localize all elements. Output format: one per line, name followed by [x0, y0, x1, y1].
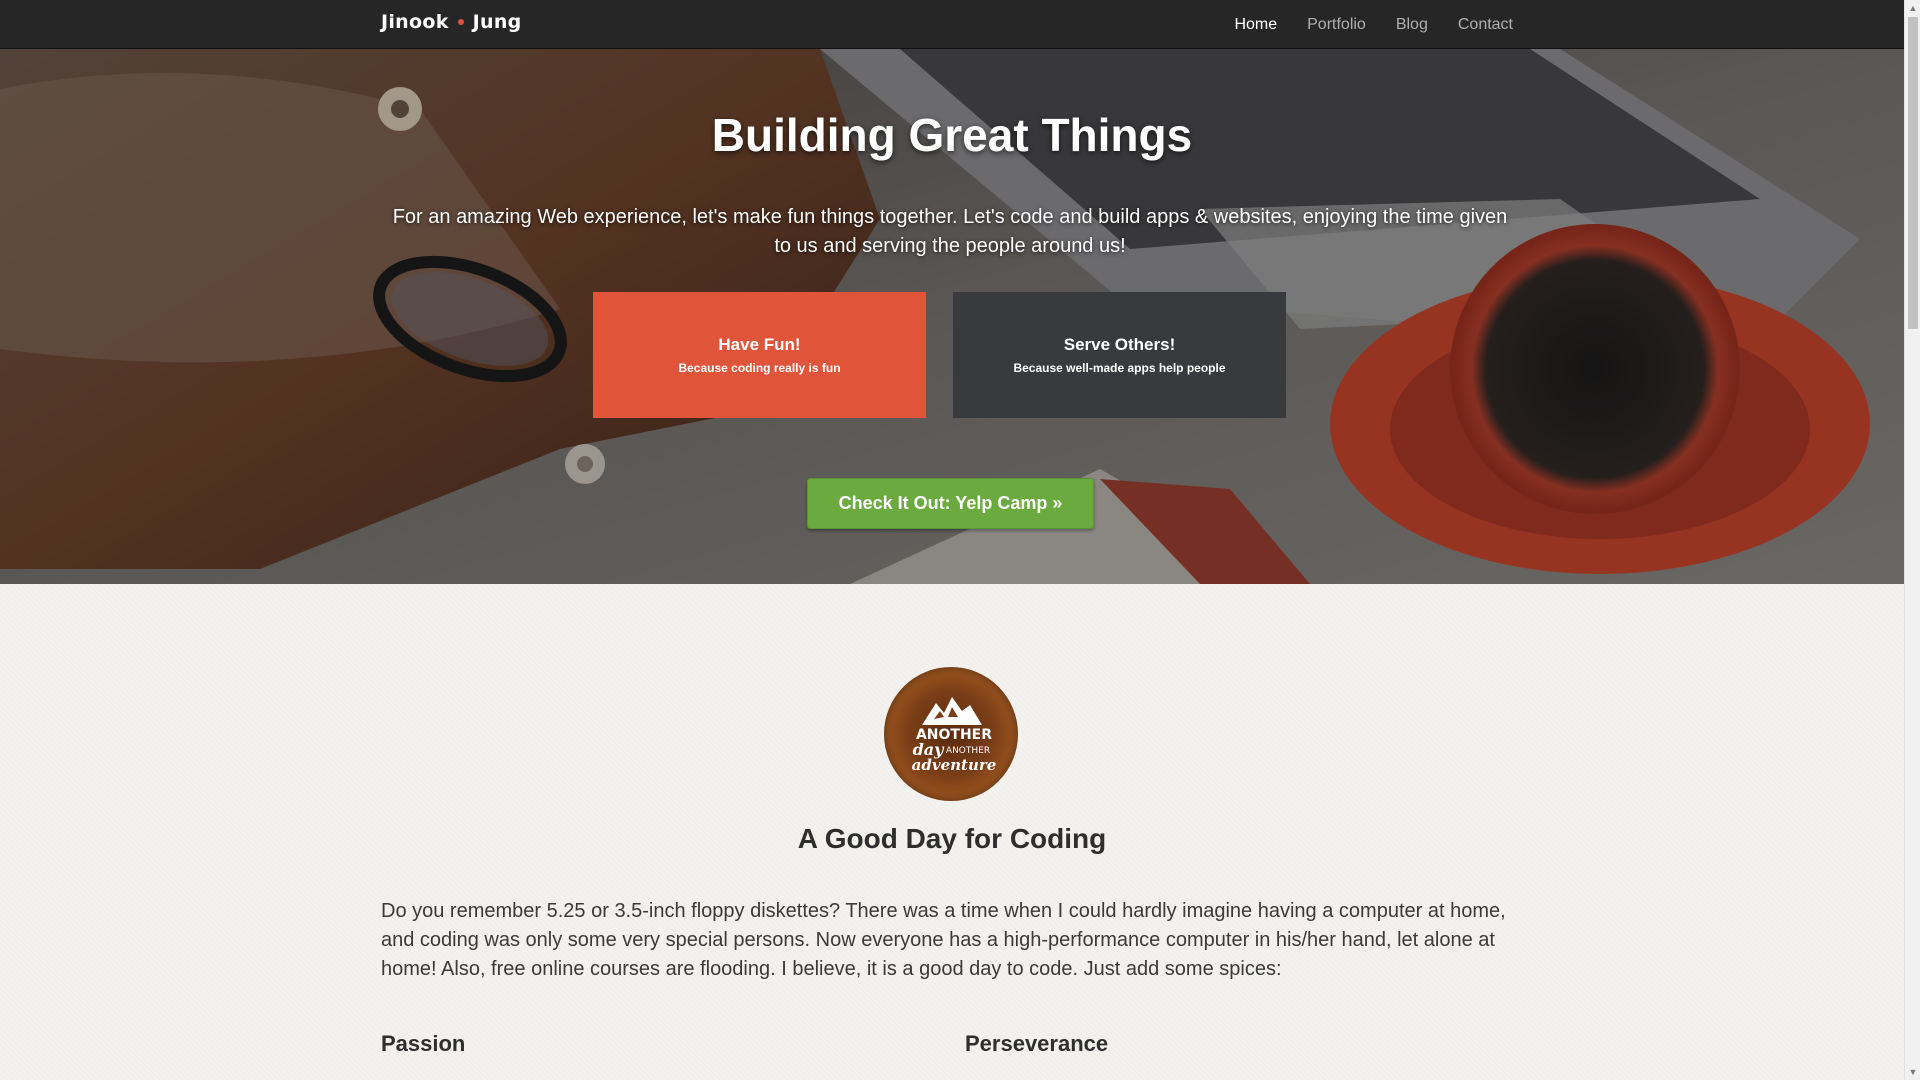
scroll-up-arrow-icon[interactable]: ▲	[1905, 0, 1920, 16]
perseverance-heading: Perseverance	[965, 1031, 1109, 1056]
browser-viewport: Jinook Jung Home Portfolio Blog Contact	[0, 0, 1904, 1080]
hero-section: Building Great Things For an amazing Web…	[0, 49, 1904, 584]
hero-subtitle: For an amazing Web experience, let's mak…	[392, 206, 1508, 257]
vertical-scrollbar[interactable]: ▲ ▼	[1904, 0, 1920, 1080]
have-fun-card-subtitle: Because coding really is fun	[678, 361, 841, 375]
nav-item-blog[interactable]: Blog	[1381, 16, 1443, 34]
serve-others-card: Serve Others! Because well-made apps hel…	[953, 292, 1286, 418]
top-navbar: Jinook Jung Home Portfolio Blog Contact	[0, 0, 1904, 49]
yelp-camp-button[interactable]: Check It Out: Yelp Camp »	[807, 478, 1094, 529]
brand-last-name: Jung	[472, 11, 522, 33]
hero-title: Building Great Things	[711, 109, 1193, 161]
have-fun-card: Have Fun! Because coding really is fun	[593, 292, 926, 418]
section-title: A Good Day for Coding	[797, 823, 1107, 854]
brand-dot-icon	[457, 19, 464, 25]
nav-menu: Home Portfolio Blog Contact	[1219, 0, 1528, 49]
passion-heading: Passion	[381, 1031, 466, 1056]
scroll-down-arrow-icon[interactable]: ▼	[1905, 1064, 1920, 1080]
nav-item-contact[interactable]: Contact	[1443, 16, 1528, 34]
brand-logo[interactable]: Jinook Jung	[381, 11, 522, 33]
serve-others-card-title: Serve Others!	[1063, 335, 1176, 354]
adventure-logo-badge: ANOTHER day ANOTHER adventure	[884, 667, 1018, 801]
serve-others-card-subtitle: Because well-made apps help people	[1013, 361, 1226, 375]
nav-item-home[interactable]: Home	[1219, 16, 1292, 34]
have-fun-card-title: Have Fun!	[718, 335, 801, 354]
nav-item-portfolio[interactable]: Portfolio	[1292, 16, 1381, 34]
logo-text-adventure: adventure	[912, 756, 997, 774]
mountain-icon: ANOTHER day ANOTHER adventure	[912, 697, 997, 774]
scrollbar-thumb[interactable]	[1908, 17, 1918, 329]
brand-first-name: Jinook	[381, 11, 449, 33]
logo-text-another-small: ANOTHER	[946, 746, 990, 756]
intro-paragraph: Do you remember 5.25 or 3.5-inch floppy …	[381, 900, 1506, 980]
